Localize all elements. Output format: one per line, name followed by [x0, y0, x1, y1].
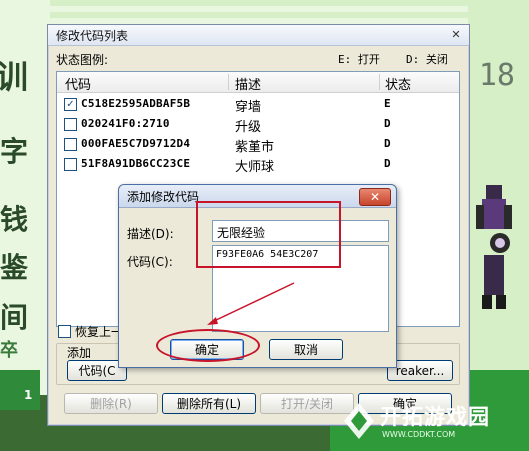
annotation-arrow — [207, 282, 295, 325]
watermark-url: WWW.CDDKT.COM — [382, 430, 456, 439]
watermark-title: 开拓游戏园 — [380, 405, 490, 429]
watermark: 开拓游戏园 WWW.CDDKT.COM — [338, 395, 529, 451]
watermark-logo-icon — [344, 403, 374, 439]
